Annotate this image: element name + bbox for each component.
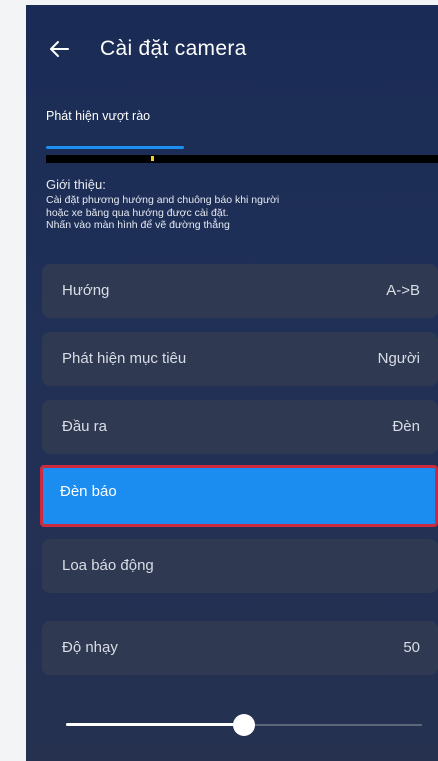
setting-label: Đèn báo xyxy=(60,483,117,500)
back-button[interactable] xyxy=(46,35,74,63)
app-header: Cài đặt camera xyxy=(26,5,438,95)
phone-screen: Cài đặt camera Phát hiện vượt rào Giới t… xyxy=(26,5,438,761)
slider-thumb[interactable] xyxy=(233,714,255,736)
intro-text-line: hoặc xe băng qua hướng được cài đặt. xyxy=(46,206,229,219)
setting-label: Loa báo động xyxy=(62,557,154,574)
tab-active-indicator xyxy=(46,146,184,149)
slider-fill xyxy=(66,723,244,726)
line-marker xyxy=(151,156,154,161)
sensitivity-label: Độ nhạy xyxy=(62,639,118,656)
setting-value: Đèn xyxy=(392,418,420,435)
setting-label: Hướng xyxy=(62,282,110,299)
intro-text-line: Nhấn vào màn hình để vẽ đường thẳng xyxy=(46,219,230,231)
intro-text-line: Cài đặt phương hướng and chuông báo khi … xyxy=(46,194,280,206)
setting-row-sensitivity: Độ nhạy 50 xyxy=(42,621,438,675)
setting-row-indicator-light[interactable]: Đèn báo xyxy=(40,465,438,527)
setting-row-target-detection[interactable]: Phát hiện mục tiêu Người xyxy=(42,332,438,386)
intro-title: Giới thiệu: xyxy=(46,177,106,192)
sensitivity-slider[interactable] xyxy=(66,714,422,736)
camera-preview-strip[interactable] xyxy=(46,155,438,163)
setting-value: Người xyxy=(377,350,420,367)
sensitivity-value: 50 xyxy=(403,639,420,656)
tab-crossing-detection[interactable]: Phát hiện vượt rào xyxy=(46,109,150,123)
page-title: Cài đặt camera xyxy=(100,37,247,60)
setting-row-alarm-speaker[interactable]: Loa báo động xyxy=(42,539,438,593)
setting-row-direction[interactable]: Hướng A->B xyxy=(42,264,438,318)
intro-section: Giới thiệu: Cài đặt phương hướng and chu… xyxy=(46,177,436,232)
setting-value: A->B xyxy=(386,282,420,299)
setting-row-output[interactable]: Đầu ra Đèn xyxy=(42,400,438,454)
arrow-left-icon xyxy=(46,35,74,63)
setting-label: Đầu ra xyxy=(62,418,108,435)
setting-label: Phát hiện mục tiêu xyxy=(62,350,187,367)
